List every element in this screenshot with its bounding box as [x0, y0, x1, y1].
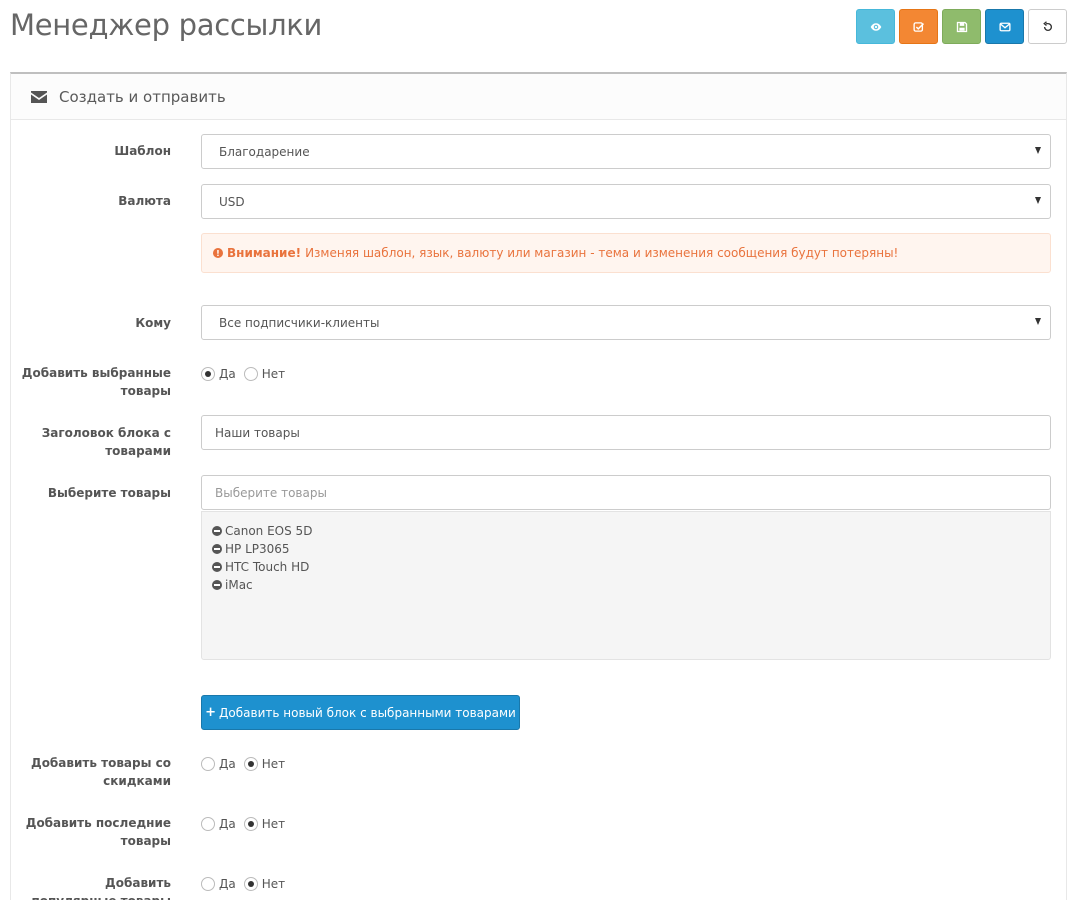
panel-title: Создать и отправить — [59, 87, 226, 106]
envelope-icon — [998, 22, 1011, 31]
panel-heading: Создать и отправить — [11, 74, 1066, 120]
add-selected-yes[interactable]: Да — [201, 367, 236, 381]
warning-alert: ! Внимание! Изменяя шаблон, язык, валюту… — [201, 233, 1051, 273]
add-selected-radios: Да Нет — [201, 367, 293, 381]
add-latest-label: Добавить последние товары — [25, 816, 171, 848]
page-title: Менеджер рассылки — [10, 8, 323, 42]
minus-circle-icon[interactable] — [212, 562, 222, 572]
send-button[interactable] — [985, 9, 1024, 44]
add-latest-radios: Да Нет — [201, 817, 293, 831]
refresh-icon — [1042, 20, 1052, 31]
caret-down-icon — [1035, 318, 1041, 325]
template-value: Благодарение — [219, 144, 310, 159]
envelope-icon — [31, 90, 47, 103]
minus-circle-icon[interactable] — [212, 580, 222, 590]
plus-icon: + — [205, 705, 217, 720]
radio-circle[interactable] — [243, 877, 258, 891]
radio-circle[interactable] — [201, 757, 215, 771]
preview-button[interactable] — [856, 9, 895, 44]
list-item: Canon EOS 5D — [212, 522, 1040, 540]
exclamation-circle-icon: ! — [213, 248, 223, 258]
add-popular-label: Добавить популярные товары — [31, 876, 171, 900]
to-value: Все подписчики-клиенты — [219, 315, 380, 330]
save-button[interactable] — [942, 9, 981, 44]
add-selected-label: Добавить выбранные товары — [21, 366, 171, 398]
list-item: iMac — [212, 576, 1040, 594]
add-popular-yes[interactable]: Да — [201, 877, 236, 891]
product-search-input[interactable]: Выберите товары — [201, 475, 1051, 510]
add-special-radios: Да Нет — [201, 757, 293, 771]
warning-strong: Внимание! — [227, 246, 302, 260]
list-item: HTC Touch HD — [212, 558, 1040, 576]
radio-circle[interactable] — [201, 817, 215, 831]
radio-circle[interactable] — [201, 367, 215, 381]
currency-label: Валюта — [118, 194, 171, 208]
selected-products-list: Canon EOS 5D HP LP3065 HTC Touch HD iMac — [201, 511, 1051, 660]
add-latest-yes[interactable]: Да — [201, 817, 236, 831]
add-special-yes[interactable]: Да — [201, 757, 236, 771]
to-select[interactable]: Все подписчики-клиенты — [201, 305, 1051, 340]
block-title-label: Заголовок блока с товарами — [41, 426, 171, 458]
add-product-block-button[interactable]: + Добавить новый блок с выбранными товар… — [201, 695, 520, 730]
send-test-button[interactable] — [899, 9, 938, 44]
radio-circle[interactable] — [243, 367, 258, 381]
radio-circle[interactable] — [243, 757, 258, 771]
choose-products-label: Выберите товары — [47, 486, 171, 500]
check-square-icon — [912, 21, 924, 32]
template-select[interactable]: Благодарение — [201, 134, 1051, 169]
floppy-icon — [956, 21, 967, 32]
add-special-no[interactable]: Нет — [243, 757, 285, 771]
caret-down-icon — [1035, 197, 1041, 204]
block-title-input[interactable]: Наши товары — [201, 415, 1051, 450]
to-label: Кому — [135, 316, 171, 330]
currency-select[interactable]: USD — [201, 184, 1051, 219]
radio-circle[interactable] — [201, 877, 215, 891]
eye-icon — [870, 22, 881, 31]
toolbar — [856, 9, 1067, 44]
add-popular-no[interactable]: Нет — [243, 877, 285, 891]
template-label: Шаблон — [114, 144, 171, 158]
radio-circle[interactable] — [243, 817, 258, 831]
caret-down-icon — [1035, 147, 1041, 154]
add-selected-no[interactable]: Нет — [243, 367, 285, 381]
warning-text: Изменяя шаблон, язык, валюту или магазин… — [305, 246, 899, 260]
minus-circle-icon[interactable] — [212, 544, 222, 554]
list-item: HP LP3065 — [212, 540, 1040, 558]
add-latest-no[interactable]: Нет — [243, 817, 285, 831]
currency-value: USD — [219, 194, 245, 209]
add-special-label: Добавить товары со скидками — [31, 756, 171, 788]
add-popular-radios: Да Нет — [201, 877, 293, 891]
minus-circle-icon[interactable] — [212, 526, 222, 536]
reset-button[interactable] — [1028, 9, 1067, 44]
